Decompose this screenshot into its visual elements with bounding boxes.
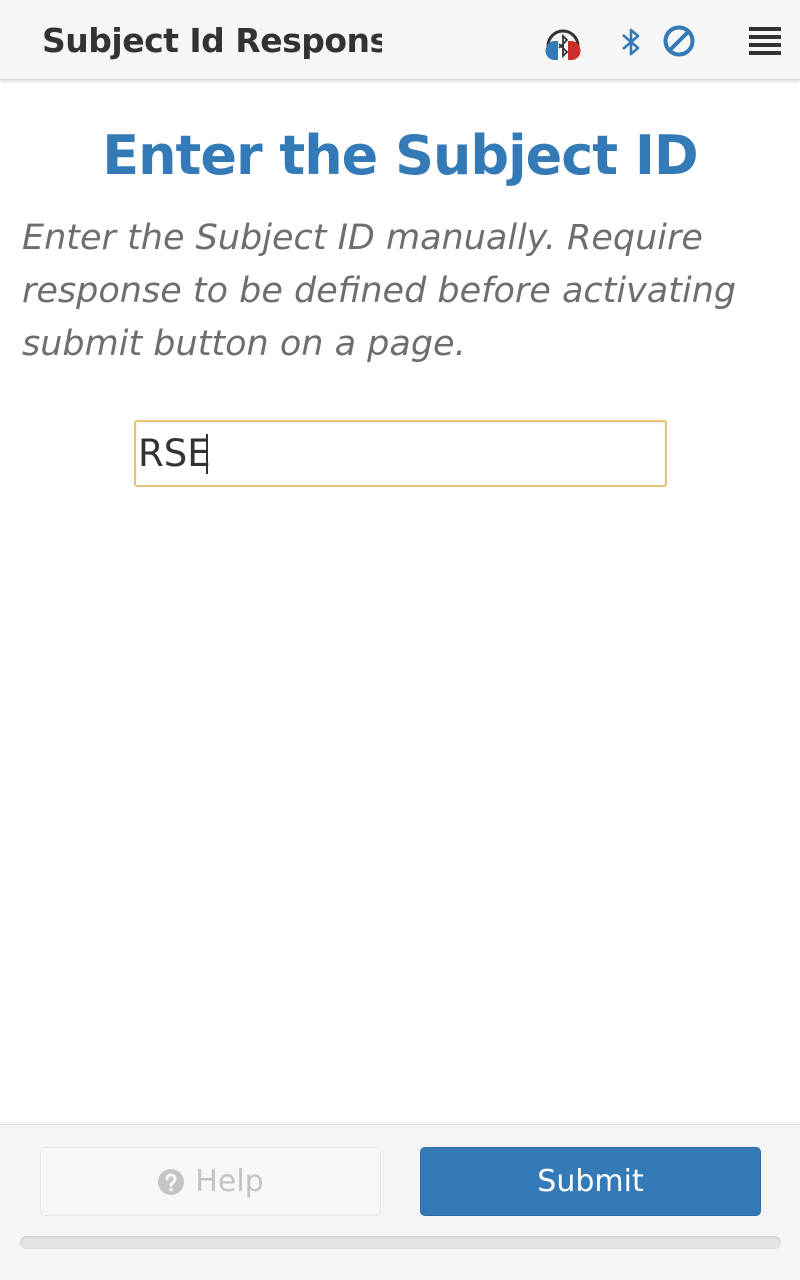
submit-button[interactable]: Submit — [420, 1147, 761, 1216]
subject-id-field[interactable] — [134, 420, 667, 487]
subject-id-input[interactable] — [136, 422, 665, 485]
help-button[interactable]: Help — [40, 1147, 381, 1216]
instructions-text: Enter the Subject ID manually. Require r… — [22, 218, 737, 364]
page-title: Enter the Subject ID — [102, 124, 699, 187]
help-label: Help — [195, 1164, 264, 1199]
ban-icon[interactable] — [662, 24, 696, 58]
app-title: Subject Id Response ... — [42, 21, 382, 60]
footer-bar: Help Submit — [0, 1124, 800, 1280]
submit-label: Submit — [537, 1164, 644, 1199]
menu-icon[interactable] — [748, 26, 782, 56]
screen: Subject Id Response ... Enter the Subjec… — [0, 0, 800, 1280]
app-header: Subject Id Response ... — [0, 0, 800, 80]
headset-bluetooth-icon[interactable] — [544, 24, 582, 60]
question-circle-icon — [158, 1168, 185, 1195]
bluetooth-icon[interactable] — [620, 27, 642, 57]
text-caret — [206, 434, 208, 474]
progress-bar — [20, 1236, 781, 1249]
